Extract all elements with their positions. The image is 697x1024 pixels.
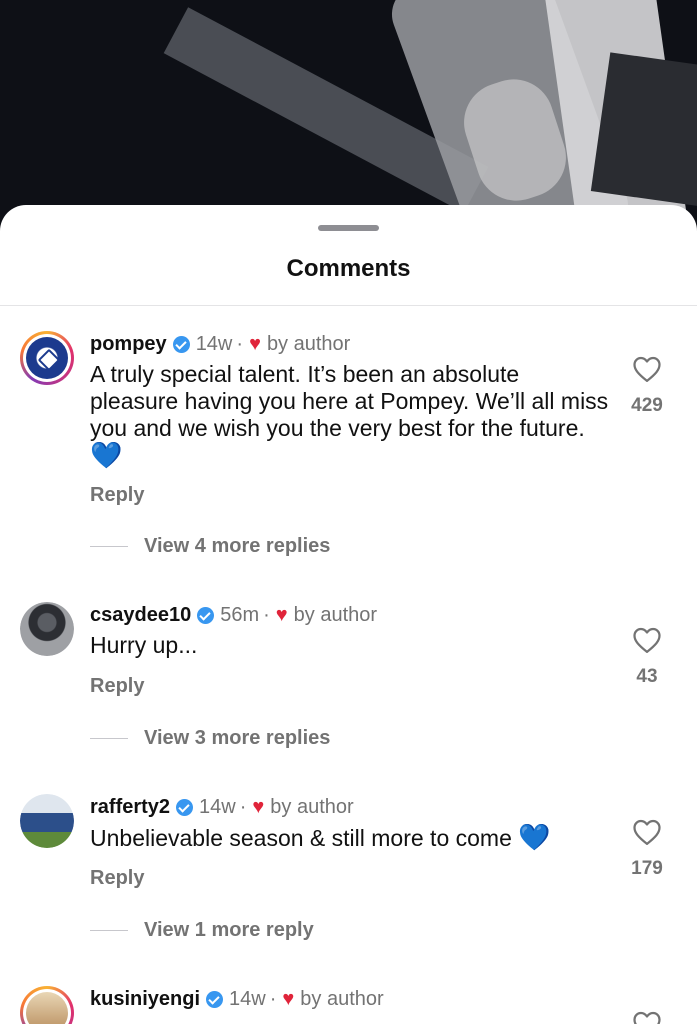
heart-outline-icon[interactable] [632, 355, 662, 383]
avatar[interactable] [20, 986, 74, 1024]
separator-dot: · [269, 987, 277, 1010]
comment-meta: rafferty2 14w · ♥ by author [90, 794, 354, 820]
comment-body: Unbelievable season & still more to come [90, 825, 512, 851]
verified-badge-icon [172, 335, 190, 353]
separator-dot: · [239, 795, 247, 818]
comment-text: Hurry up... [90, 632, 610, 659]
user-photo-avatar [26, 992, 68, 1024]
heart-outline-icon[interactable] [632, 818, 662, 846]
blue-heart-emoji: 💙 [90, 440, 123, 470]
timestamp: 14w [199, 795, 236, 818]
like-column [624, 1010, 670, 1024]
author-like-label: by author [270, 795, 354, 818]
verified-badge-icon [197, 606, 215, 624]
avatar[interactable] [20, 602, 74, 656]
like-count: 429 [631, 395, 663, 416]
avatar[interactable] [20, 331, 74, 385]
red-heart-icon: ♥ [282, 987, 295, 1010]
comment-meta: pompey 14w · ♥ by author [90, 331, 350, 357]
team-photo-avatar [20, 794, 74, 848]
avatar[interactable] [20, 794, 74, 848]
verified-badge-icon [206, 990, 224, 1008]
comment-meta: csaydee10 56m · ♥ by author [90, 602, 377, 628]
club-crest-avatar [26, 337, 68, 379]
timestamp: 14w [229, 987, 266, 1010]
comment-meta: kusiniyengi 14w · ♥ by author [90, 986, 384, 1012]
reply-button[interactable]: Reply [90, 867, 144, 890]
blue-heart-emoji: 💙 [518, 822, 551, 852]
reply-button[interactable]: Reply [90, 675, 144, 698]
like-column: 429 [624, 355, 670, 417]
like-count: 179 [631, 858, 663, 879]
post-media-backdrop [0, 0, 697, 240]
replies-line [90, 929, 128, 931]
timestamp: 56m [220, 603, 260, 626]
username[interactable]: pompey [90, 333, 167, 356]
view-more-replies-label: View 4 more replies [144, 534, 331, 557]
sheet-title: Comments [286, 255, 411, 282]
red-heart-icon: ♥ [252, 795, 265, 818]
timestamp: 14w [195, 332, 233, 355]
red-heart-icon: ♥ [249, 332, 261, 355]
view-more-replies-label: View 3 more replies [144, 726, 331, 749]
comment-body: Hurry up... [90, 632, 198, 658]
replies-line [90, 545, 128, 547]
view-more-replies-label: View 1 more reply [144, 918, 314, 941]
header-divider [0, 305, 697, 306]
reply-button[interactable]: Reply [90, 484, 144, 507]
view-more-replies[interactable]: View 1 more reply [90, 917, 314, 943]
sheet-drag-handle[interactable] [318, 225, 379, 231]
verified-badge-icon [176, 798, 194, 816]
red-heart-icon: ♥ [275, 603, 288, 626]
like-column: 43 [624, 626, 670, 688]
comment-text: A truly special talent. It’s been an abs… [90, 361, 610, 470]
author-like-label: by author [266, 332, 351, 355]
separator-dot: · [236, 332, 244, 355]
like-column: 179 [624, 818, 670, 880]
author-like-label: by author [300, 987, 384, 1010]
comment-body: A truly special talent. It’s been an abs… [90, 361, 609, 441]
comments-sheet: Comments pompey 14w · ♥ by author A trul… [0, 205, 697, 1024]
username[interactable]: csaydee10 [90, 604, 191, 627]
username[interactable]: kusiniyengi [90, 988, 200, 1011]
heart-outline-icon[interactable] [632, 626, 662, 654]
author-like-label: by author [293, 603, 378, 626]
heart-outline-icon[interactable] [632, 1010, 662, 1024]
comment-text: Unbelievable season & still more to come… [90, 824, 630, 852]
username[interactable]: rafferty2 [90, 796, 170, 819]
like-count: 43 [636, 666, 658, 687]
media-stripe [590, 52, 697, 208]
view-more-replies[interactable]: View 4 more replies [90, 533, 330, 559]
replies-line [90, 737, 128, 739]
separator-dot: · [263, 603, 270, 626]
view-more-replies[interactable]: View 3 more replies [90, 725, 330, 751]
user-photo-avatar [20, 602, 74, 656]
